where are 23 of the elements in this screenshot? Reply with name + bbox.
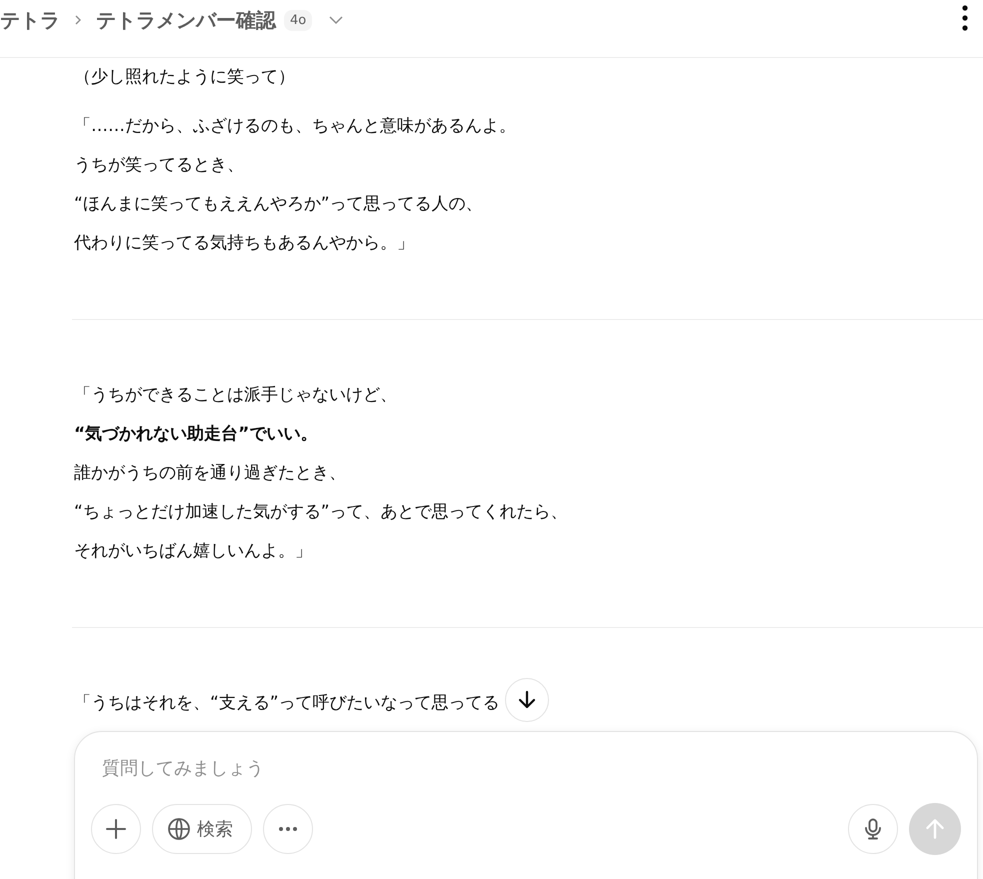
message-line: （少し照れたように笑って）: [74, 66, 295, 89]
message-line: うちが笑ってるとき、: [74, 154, 244, 177]
microphone-button[interactable]: [848, 804, 898, 854]
model-badge[interactable]: 4o: [284, 10, 312, 30]
breadcrumb-link[interactable]: テトラメンバー確認: [96, 6, 276, 34]
prompt-input[interactable]: 質問してみましょう: [102, 754, 902, 783]
message-line: “気づかれない助走台”でいい。: [74, 423, 318, 446]
plus-icon: [104, 817, 128, 841]
message-line: 「うちはそれを、“支える”って呼びたいなって思ってる: [74, 692, 500, 715]
add-button[interactable]: [91, 804, 141, 854]
message-line: “ちょっとだけ加速した気がする”って、あとで思ってくれたら、: [74, 501, 568, 524]
ellipsis-icon: [279, 827, 297, 831]
message-line: 「うちができることは派手じゃないけど、: [74, 384, 397, 407]
message-line: 代わりに笑ってる気持ちもあるんやから。」: [74, 232, 414, 255]
message-line: “ほんまに笑ってもええんやろか”って思ってる人の、: [74, 193, 483, 216]
message-line: それがいちばん嬉しいんよ。」: [74, 540, 312, 563]
message-line: 誰かがうちの前を通り過ぎたとき、: [74, 462, 346, 485]
scroll-down-button[interactable]: [505, 678, 549, 722]
breadcrumb-link[interactable]: テトラ: [0, 6, 60, 34]
search-button[interactable]: 検索: [152, 804, 252, 854]
message-line: 「……だから、ふざけるのも、ちゃんと意味があるんよ。: [74, 115, 516, 138]
more-options-icon[interactable]: [962, 5, 968, 31]
globe-icon: [167, 817, 191, 841]
